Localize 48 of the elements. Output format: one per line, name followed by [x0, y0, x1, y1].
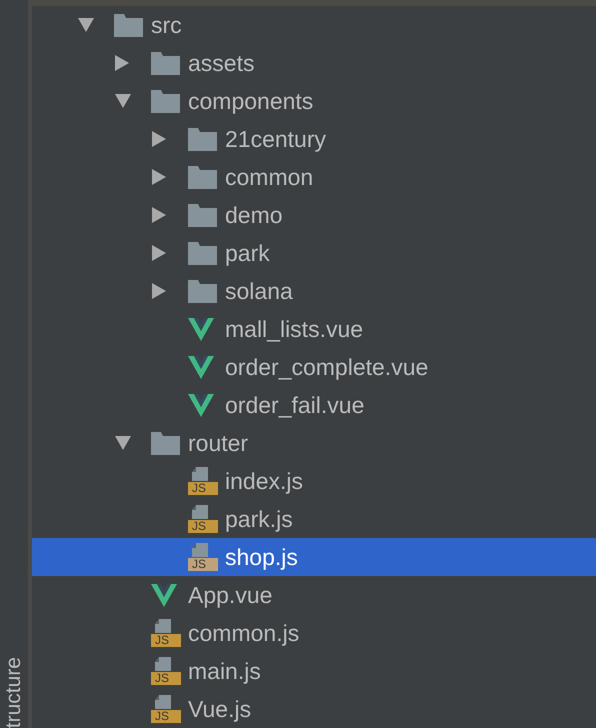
folder-icon [188, 242, 217, 264]
structure-tab[interactable]: tructure [3, 656, 25, 728]
tree-item[interactable]: demo [32, 196, 596, 234]
tree-item[interactable]: JS main.js [32, 652, 596, 690]
js-badge: JS [151, 634, 181, 647]
js-badge: JS [188, 558, 218, 571]
tree-item[interactable]: JS index.js [32, 462, 596, 500]
folder-icon [114, 14, 143, 36]
js-badge: JS [188, 482, 218, 495]
collapsed-arrow-icon[interactable] [115, 55, 129, 71]
tree-item[interactable]: App.vue [32, 576, 596, 614]
vue-icon [188, 318, 214, 340]
tree-item[interactable]: park [32, 234, 596, 272]
vue-icon [188, 394, 214, 416]
tree-item[interactable]: src [32, 6, 596, 44]
folder-icon [151, 90, 180, 112]
tree-item[interactable]: solana [32, 272, 596, 310]
tree-item[interactable]: JS Vue.js [32, 690, 596, 728]
tree-item[interactable]: router [32, 424, 596, 462]
collapsed-arrow-icon[interactable] [152, 131, 166, 147]
js-badge: JS [151, 672, 181, 685]
tree-item[interactable]: common [32, 158, 596, 196]
js-badge: JS [188, 520, 218, 533]
folder-icon [188, 280, 217, 302]
tree-item[interactable]: components [32, 82, 596, 120]
collapsed-arrow-icon[interactable] [152, 245, 166, 261]
folder-icon [188, 128, 217, 150]
collapsed-arrow-icon[interactable] [152, 207, 166, 223]
folder-icon [151, 52, 180, 74]
tree-item[interactable]: JS common.js [32, 614, 596, 652]
tree-item[interactable]: order_complete.vue [32, 348, 596, 386]
folder-icon [151, 432, 180, 454]
vue-icon [151, 584, 177, 606]
expanded-arrow-icon[interactable] [78, 18, 94, 32]
tree-item[interactable]: assets [32, 44, 596, 82]
tree-item[interactable]: order_fail.vue [32, 386, 596, 424]
folder-icon [188, 204, 217, 226]
js-badge: JS [151, 710, 181, 723]
tree-item[interactable]: JS shop.js [32, 538, 596, 576]
expanded-arrow-icon[interactable] [115, 436, 131, 450]
collapsed-arrow-icon[interactable] [152, 283, 166, 299]
tree-item[interactable]: mall_lists.vue [32, 310, 596, 348]
folder-icon [188, 166, 217, 188]
collapsed-arrow-icon[interactable] [152, 169, 166, 185]
tree-item[interactable]: 21century [32, 120, 596, 158]
expanded-arrow-icon[interactable] [115, 94, 131, 108]
vue-icon [188, 356, 214, 378]
tree-item[interactable]: JS park.js [32, 500, 596, 538]
